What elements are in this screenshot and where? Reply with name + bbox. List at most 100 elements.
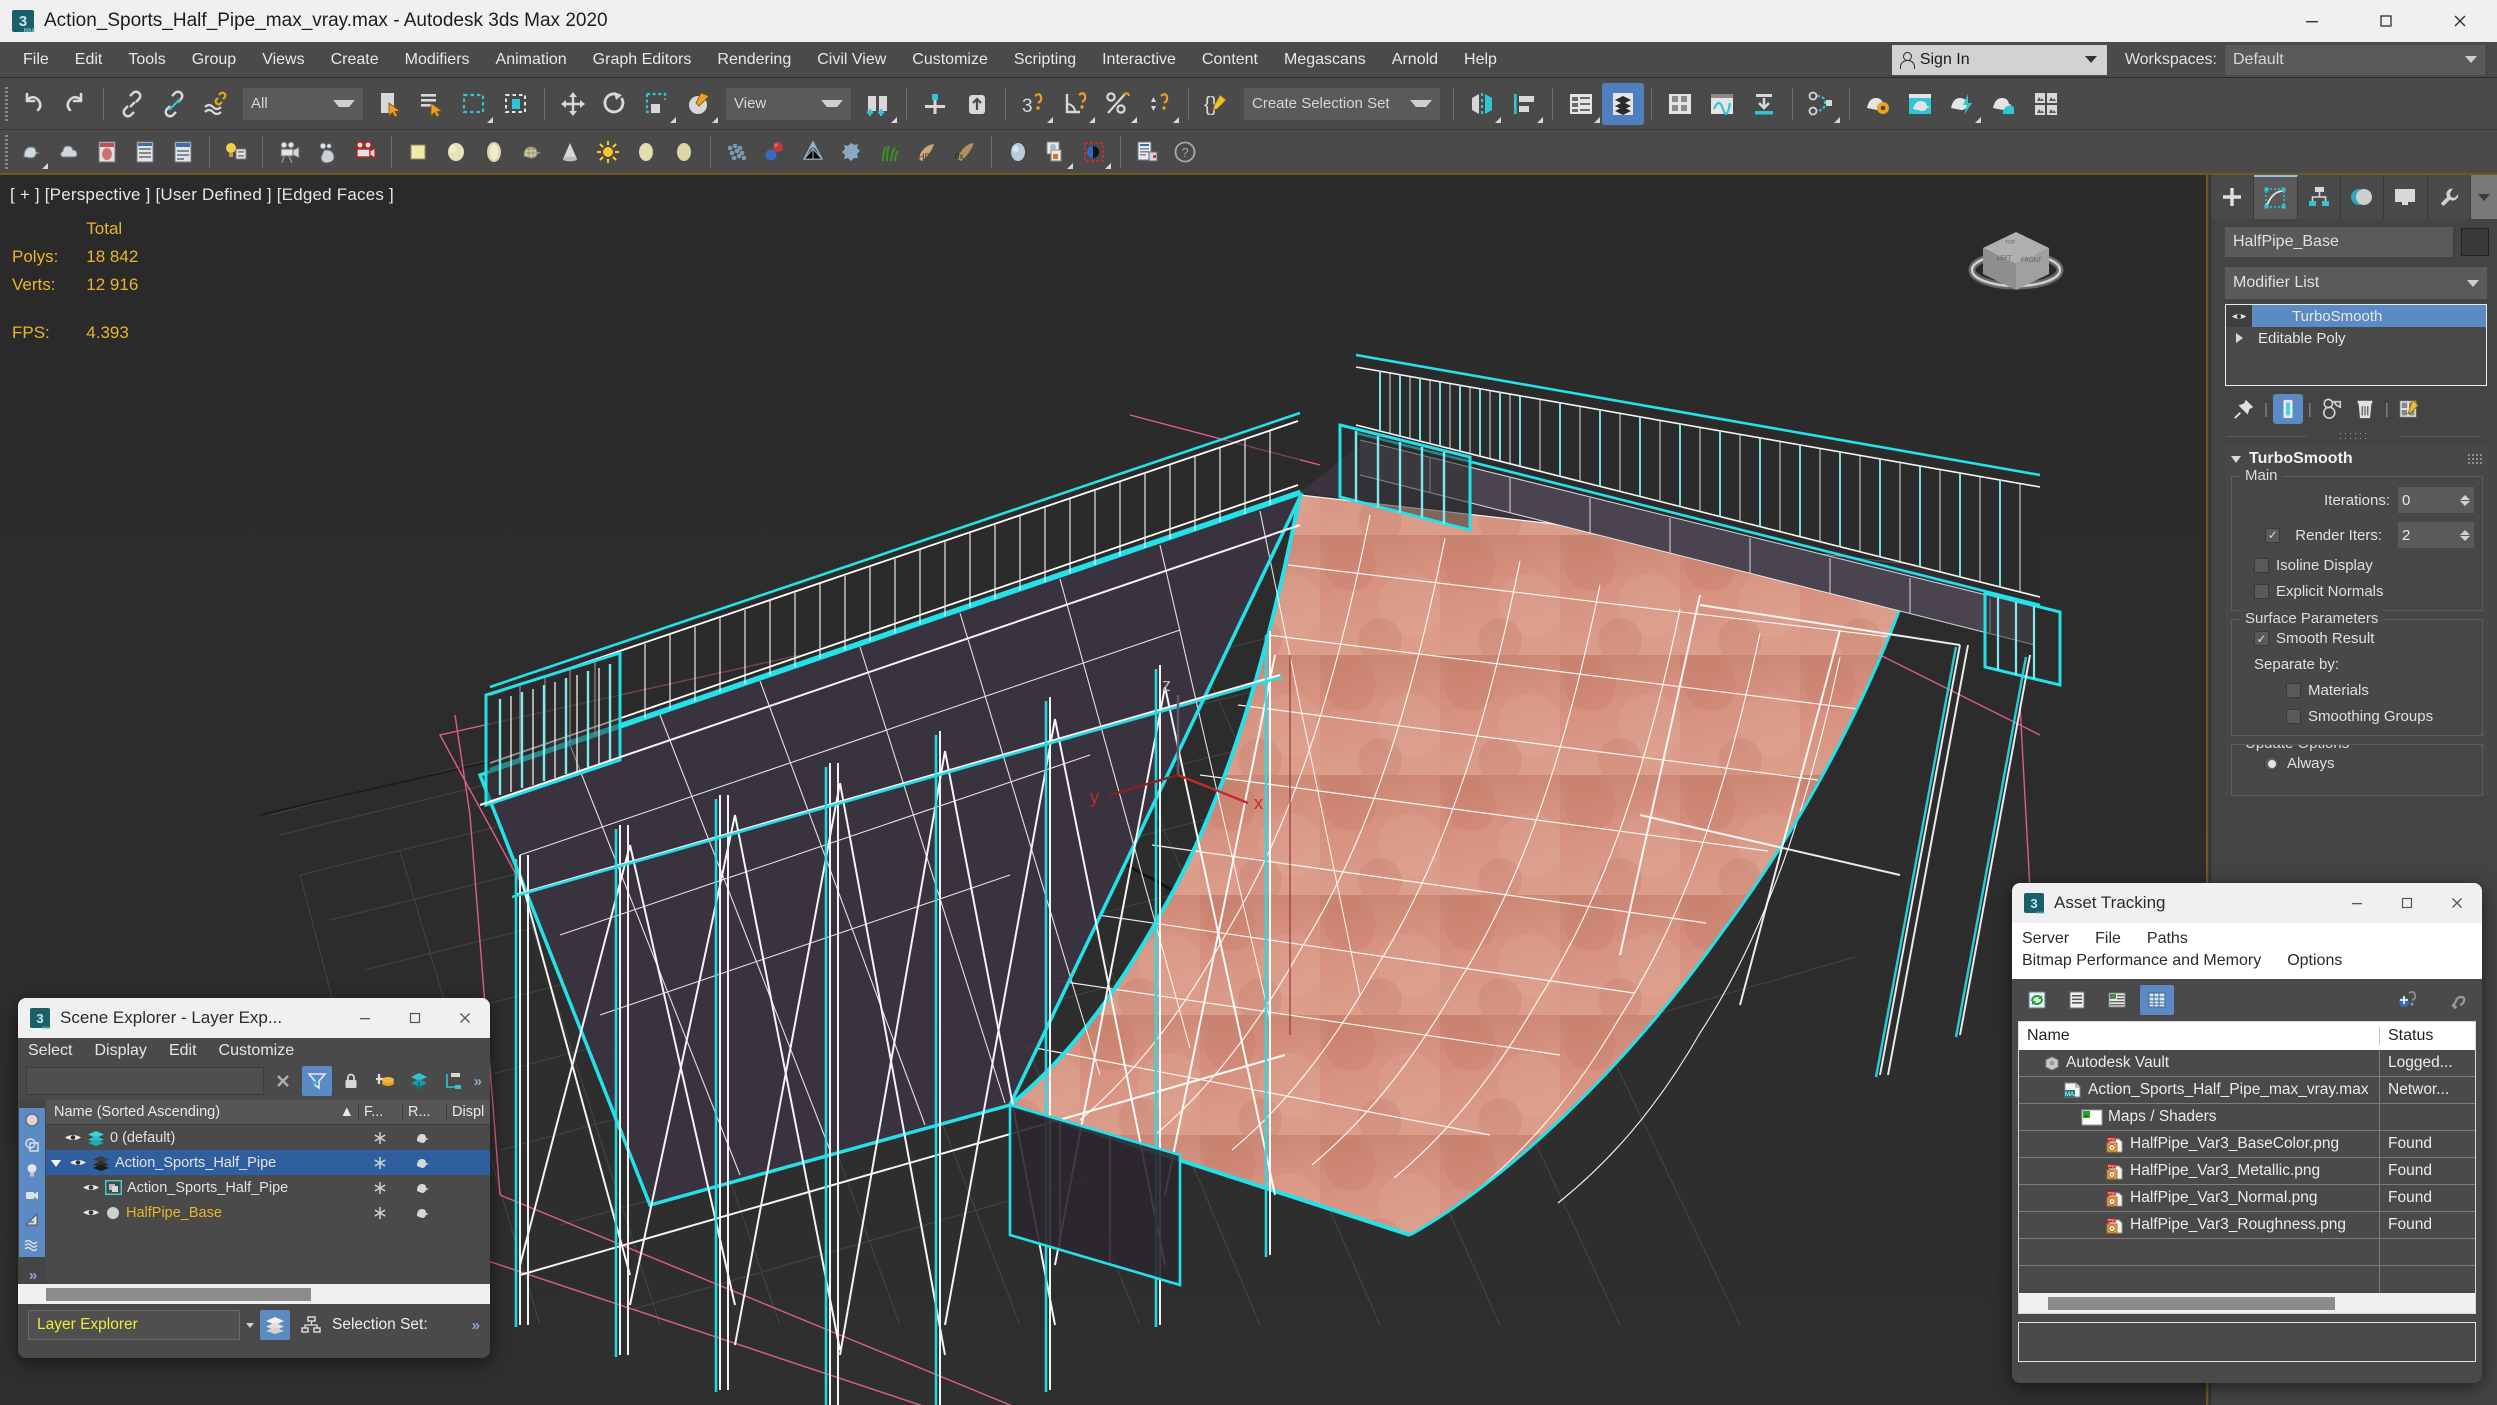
tab-create[interactable] bbox=[2211, 175, 2255, 219]
material-editor-icon[interactable] bbox=[1659, 83, 1701, 125]
at-menu-server[interactable]: Server bbox=[2022, 930, 2069, 948]
menu-arnold[interactable]: Arnold bbox=[1379, 48, 1451, 72]
standard-primitives-icon[interactable] bbox=[12, 133, 50, 171]
column-status[interactable]: Status bbox=[2379, 1027, 2475, 1045]
help-icon[interactable]: ? bbox=[1166, 133, 1204, 171]
toolbar-grip[interactable] bbox=[0, 78, 12, 129]
menu-create[interactable]: Create bbox=[318, 48, 392, 72]
filter-shapes-icon[interactable] bbox=[19, 1132, 45, 1158]
at-menu-bitmap-performance[interactable]: Bitmap Performance and Memory bbox=[2022, 952, 2261, 970]
camera-icon[interactable] bbox=[270, 133, 308, 171]
bind-to-space-warp-icon[interactable] bbox=[195, 83, 237, 125]
snaps-3d-icon[interactable]: 3 bbox=[1013, 83, 1055, 125]
column-frozen[interactable]: F... bbox=[364, 1104, 383, 1120]
render-cell[interactable] bbox=[402, 1181, 446, 1194]
filter-space-warps-icon[interactable] bbox=[19, 1232, 45, 1257]
material-sample-icon[interactable] bbox=[88, 133, 126, 171]
menu-file[interactable]: File bbox=[10, 48, 62, 72]
modifier-stack-item-turbosmooth[interactable]: TurboSmooth bbox=[2226, 305, 2486, 327]
render-cell[interactable] bbox=[402, 1206, 446, 1219]
footer-overflow-icon[interactable]: » bbox=[470, 1317, 480, 1334]
remove-modifier-icon[interactable] bbox=[2350, 394, 2380, 424]
scene-explorer-list[interactable]: Name (Sorted Ascending) ▲ F... R... Disp… bbox=[46, 1100, 490, 1284]
scrollbar-thumb[interactable] bbox=[46, 1287, 311, 1301]
smooth-result-checkbox[interactable]: ✓ bbox=[2254, 631, 2269, 646]
panel-resize-handle[interactable]: :::::: bbox=[2211, 430, 2497, 442]
freeze-cell[interactable] bbox=[358, 1181, 402, 1195]
spinner-arrows-icon[interactable] bbox=[2460, 494, 2470, 506]
eye-icon[interactable] bbox=[82, 1182, 100, 1193]
minimize-button[interactable] bbox=[2332, 883, 2382, 923]
maximize-button[interactable] bbox=[2349, 0, 2423, 42]
help-question-icon[interactable] bbox=[2440, 985, 2474, 1015]
sign-in-button[interactable]: Sign In bbox=[1891, 44, 2107, 75]
menu-civil-view[interactable]: Civil View bbox=[804, 48, 899, 72]
minimize-button[interactable] bbox=[340, 998, 390, 1038]
tab-utilities[interactable] bbox=[2427, 175, 2471, 219]
toolbar-grip[interactable] bbox=[0, 130, 12, 173]
filter-lights-icon[interactable] bbox=[19, 1157, 45, 1183]
render-setup-icon[interactable] bbox=[1857, 83, 1899, 125]
freeze-cell[interactable] bbox=[358, 1156, 402, 1170]
search-input[interactable] bbox=[26, 1067, 264, 1095]
filter-icon[interactable] bbox=[301, 1066, 332, 1096]
object-color-swatch[interactable] bbox=[2461, 228, 2489, 256]
select-and-manipulate-icon[interactable] bbox=[914, 83, 956, 125]
always-radio[interactable] bbox=[2264, 756, 2279, 771]
maximize-button[interactable] bbox=[390, 998, 440, 1038]
select-and-rotate-icon[interactable] bbox=[594, 83, 636, 125]
command-panel-more-button[interactable] bbox=[2470, 175, 2497, 219]
toolbar-overflow-icon[interactable]: » bbox=[472, 1073, 482, 1090]
toggle-layer-explorer-icon[interactable] bbox=[1602, 82, 1644, 125]
modifier-stack-item-editable-poly[interactable]: Editable Poly bbox=[2226, 327, 2486, 349]
rendered-frame-window-icon[interactable] bbox=[1899, 83, 1941, 125]
menu-group[interactable]: Group bbox=[179, 48, 249, 72]
select-by-name-icon[interactable] bbox=[411, 83, 453, 125]
se-menu-select[interactable]: Select bbox=[28, 1042, 72, 1060]
select-and-place-icon[interactable] bbox=[678, 83, 720, 125]
tab-modify[interactable] bbox=[2254, 175, 2298, 219]
chevron-down-icon[interactable] bbox=[246, 1322, 254, 1328]
cone-primitive-icon[interactable] bbox=[551, 133, 589, 171]
window-crossing-toggle-icon[interactable] bbox=[495, 83, 537, 125]
menu-animation[interactable]: Animation bbox=[483, 48, 580, 72]
freeze-cell[interactable] bbox=[358, 1131, 402, 1145]
menu-rendering[interactable]: Rendering bbox=[704, 48, 804, 72]
explicit-normals-checkbox[interactable] bbox=[2254, 584, 2269, 599]
noise-sphere-icon[interactable] bbox=[832, 133, 870, 171]
sphere-primitive-icon[interactable] bbox=[437, 133, 475, 171]
se-menu-display[interactable]: Display bbox=[94, 1042, 146, 1060]
box-primitive-icon[interactable] bbox=[399, 133, 437, 171]
menu-scripting[interactable]: Scripting bbox=[1001, 48, 1089, 72]
iterations-spinner[interactable]: 0 bbox=[2398, 487, 2474, 513]
molecule-icon[interactable] bbox=[756, 133, 794, 171]
toggle-scene-explorer-icon[interactable] bbox=[1560, 83, 1602, 125]
list-item[interactable]: 0 (default) bbox=[46, 1125, 490, 1150]
parameters-panel-icon[interactable] bbox=[164, 133, 202, 171]
menu-graph-editors[interactable]: Graph Editors bbox=[580, 48, 705, 72]
eye-icon[interactable] bbox=[69, 1157, 87, 1168]
ox-hair-icon[interactable]: 0x bbox=[946, 133, 984, 171]
maximize-button[interactable] bbox=[2382, 883, 2432, 923]
object-name-field[interactable]: HalfPipe_Base bbox=[2225, 227, 2453, 257]
vray-asset-editor-icon[interactable] bbox=[1128, 133, 1166, 171]
chevron-right-icon[interactable] bbox=[2226, 333, 2252, 343]
menu-interactive[interactable]: Interactive bbox=[1089, 48, 1189, 72]
at-menu-options[interactable]: Options bbox=[2287, 952, 2342, 970]
eye-icon[interactable] bbox=[82, 1207, 100, 1218]
close-button[interactable] bbox=[2432, 883, 2482, 923]
asset-tracking-window[interactable]: 3 Asset Tracking Server File Paths Bitma… bbox=[2012, 883, 2482, 1383]
content-browser-icon[interactable] bbox=[1743, 83, 1785, 125]
select-object-icon[interactable] bbox=[369, 83, 411, 125]
curve-editor-icon[interactable] bbox=[1701, 83, 1743, 125]
render-iters-checkbox[interactable]: ✓ bbox=[2265, 527, 2281, 543]
column-display[interactable]: Displ bbox=[452, 1104, 484, 1120]
menu-megascans[interactable]: Megascans bbox=[1271, 48, 1379, 72]
eye-icon[interactable] bbox=[2226, 305, 2252, 327]
table-row[interactable]: MAX Action_Sports_Half_Pipe_max_vray.max… bbox=[2019, 1076, 2475, 1104]
render-iterative-icon[interactable] bbox=[1983, 83, 2025, 125]
render-region-icon[interactable] bbox=[1037, 133, 1075, 171]
menu-customize[interactable]: Customize bbox=[899, 48, 1001, 72]
close-button[interactable] bbox=[440, 998, 490, 1038]
hierarchy-icon[interactable] bbox=[438, 1066, 468, 1096]
